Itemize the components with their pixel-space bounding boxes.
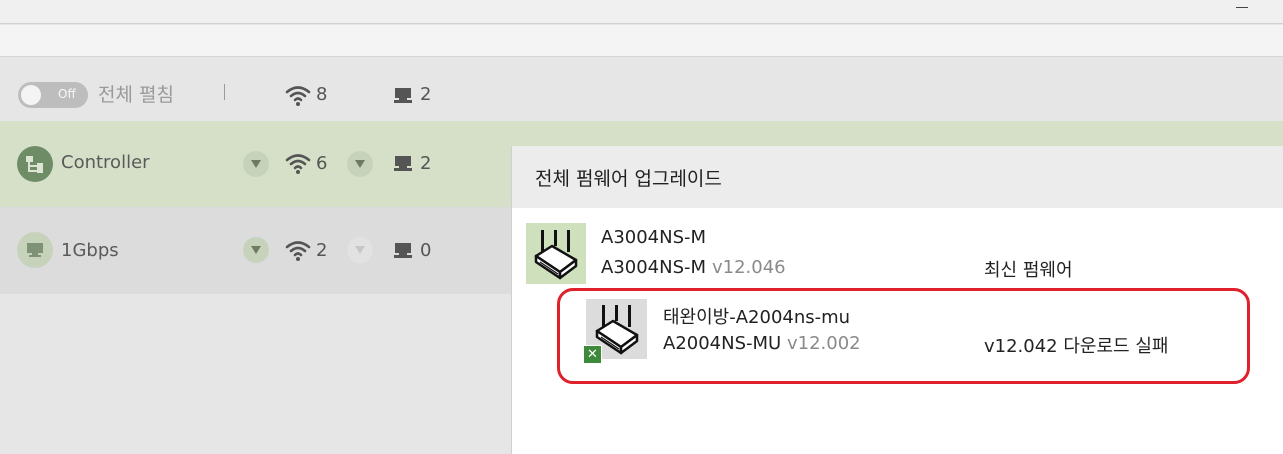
wired-client-icon (394, 88, 412, 103)
firmware-status: 최신 펌웨어 (984, 260, 1073, 281)
chevron-down-icon (355, 160, 365, 168)
group-name: Controller (61, 152, 150, 173)
wired-client-icon (394, 156, 412, 171)
wifi-count: 6 (316, 153, 328, 174)
expand-all-label: 전체 펼침 (98, 84, 174, 106)
wired-filter-dropdown[interactable] (347, 237, 373, 263)
wifi-count: 2 (316, 240, 328, 261)
device-version: v12.046 (712, 257, 786, 278)
title-bar (0, 0, 1283, 24)
group-name: 1Gbps (61, 240, 119, 261)
wifi-icon (285, 86, 311, 106)
highlight-box (557, 288, 1250, 384)
wired-count: 0 (420, 240, 432, 261)
router-icon (534, 229, 578, 279)
wired-count: 2 (420, 153, 432, 174)
expand-all-toggle[interactable]: Off (18, 82, 88, 108)
wired-client-icon (394, 243, 412, 258)
wired-count: 2 (420, 84, 432, 105)
wifi-filter-dropdown[interactable] (243, 237, 269, 263)
device-name: A3004NS-M (601, 227, 707, 248)
wifi-filter-dropdown[interactable] (243, 151, 269, 177)
wifi-count: 8 (316, 84, 328, 105)
toggle-knob (21, 85, 41, 105)
chevron-down-icon (251, 246, 261, 254)
chevron-down-icon (355, 246, 365, 254)
wifi-icon (285, 241, 311, 261)
panel-title: 전체 펌웨어 업그레이드 (535, 168, 722, 190)
device-thumbnail (526, 223, 586, 284)
device-model: A3004NS-M (601, 257, 707, 278)
panel-header: 전체 펌웨어 업그레이드 (512, 146, 1283, 208)
summary-row (0, 58, 1283, 121)
switch-icon (17, 232, 53, 268)
toggle-label: Off (58, 87, 76, 101)
controller-icon (17, 146, 53, 182)
chevron-down-icon (251, 160, 261, 168)
wifi-icon (285, 154, 311, 174)
divider (224, 84, 225, 100)
wired-filter-dropdown[interactable] (347, 151, 373, 177)
minimize-icon[interactable] (1236, 7, 1248, 8)
toolbar (0, 25, 1283, 57)
